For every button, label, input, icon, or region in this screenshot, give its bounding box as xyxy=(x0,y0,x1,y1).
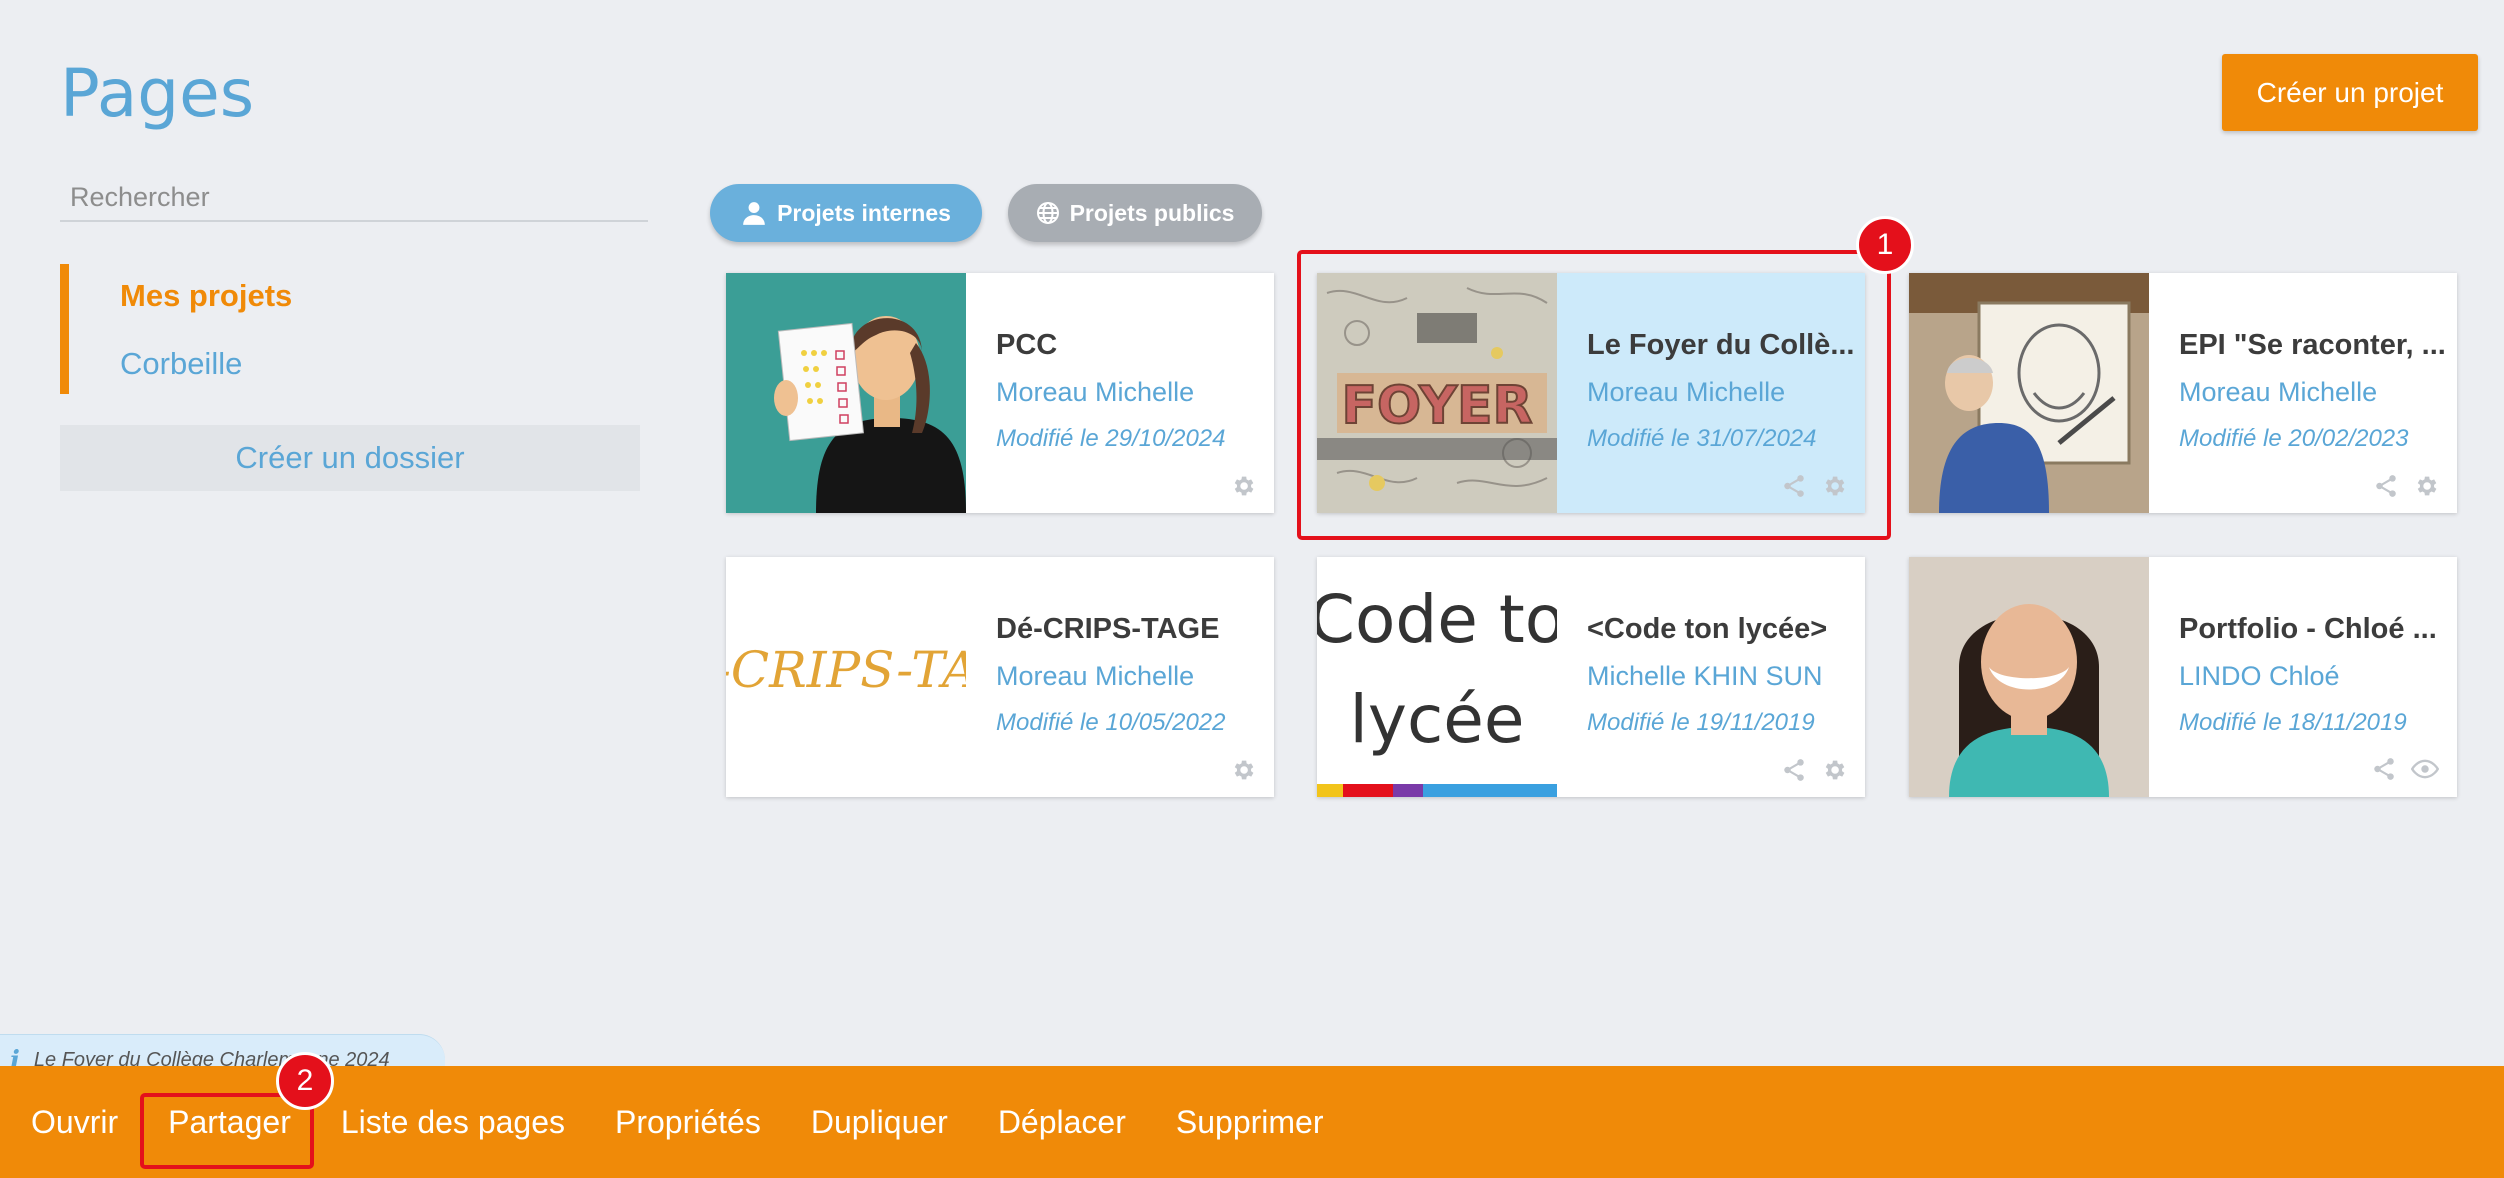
create-project-button[interactable]: Créer un projet xyxy=(2222,54,2478,131)
project-thumbnail: -CRIPS-TA xyxy=(726,557,966,797)
card-date: Modifié le 20/02/2023 xyxy=(2179,425,2409,452)
project-thumbnail xyxy=(726,273,966,513)
action-toolbar: Ouvrir Partager Liste des pages Propriét… xyxy=(0,1066,2504,1178)
card-date: Modifié le 29/10/2024 xyxy=(996,425,1226,452)
thumb-text-line2: lycée xyxy=(1350,681,1525,758)
project-card[interactable]: PCC Moreau Michelle Modifié le 29/10/202… xyxy=(726,273,1274,513)
card-date: Modifié le 18/11/2019 xyxy=(2179,709,2407,736)
share-icon[interactable] xyxy=(1781,757,1807,783)
gear-icon[interactable] xyxy=(1821,473,1847,499)
project-thumbnail: Code to lycée xyxy=(1317,557,1557,797)
delete-button[interactable]: Supprimer xyxy=(1151,1104,1349,1141)
gear-icon[interactable] xyxy=(1821,757,1847,783)
project-thumbnail xyxy=(1909,557,2149,797)
project-thumbnail xyxy=(1909,273,2149,513)
card-author: Moreau Michelle xyxy=(996,661,1195,691)
annotation-marker: 1 xyxy=(1856,216,1914,274)
gear-icon[interactable] xyxy=(2413,473,2439,499)
thumb-text-line1: Code to xyxy=(1317,581,1557,658)
project-card[interactable]: EPI "Se raconter, ... Moreau Michelle Mo… xyxy=(1909,273,2457,513)
user-icon xyxy=(743,202,765,225)
project-card[interactable]: -CRIPS-TA Dé-CRIPS-TAGE Moreau Michelle … xyxy=(726,557,1274,797)
globe-icon xyxy=(1036,202,1059,224)
duplicate-button[interactable]: Dupliquer xyxy=(786,1104,973,1141)
share-icon[interactable] xyxy=(2371,756,2397,782)
share-icon[interactable] xyxy=(2373,473,2399,499)
card-author: Moreau Michelle xyxy=(1587,377,1786,407)
card-author: LINDO Chloé xyxy=(2179,661,2340,691)
card-title: EPI "Se raconter, ... xyxy=(2179,329,2446,361)
card-title: Dé-CRIPS-TAGE xyxy=(996,613,1220,645)
card-title: PCC xyxy=(996,329,1058,361)
card-author: Moreau Michelle xyxy=(2179,377,2378,407)
annotation-marker: 2 xyxy=(276,1052,334,1110)
filter-internal-label: Projets internes xyxy=(777,199,951,226)
page-title: Pages xyxy=(60,55,255,132)
card-author: Michelle KHIN SUN xyxy=(1587,661,1823,691)
page-list-button[interactable]: Liste des pages xyxy=(316,1104,590,1141)
card-title: Portfolio - Chloé ... xyxy=(2179,613,2437,645)
eye-icon[interactable] xyxy=(2411,755,2439,783)
project-card-selected[interactable]: FOYER Le Foyer du Collè... Moreau Michel… xyxy=(1317,273,1865,513)
search-input[interactable] xyxy=(60,174,648,222)
sidebar-item-mes-projets[interactable]: Mes projets xyxy=(120,278,292,314)
gear-icon[interactable] xyxy=(1230,473,1256,499)
card-title: Le Foyer du Collè... xyxy=(1587,329,1855,361)
thumb-text: -CRIPS-TA xyxy=(726,641,966,699)
card-date: Modifié le 10/05/2022 xyxy=(996,709,1226,736)
filter-public-projects[interactable]: Projets publics xyxy=(1008,184,1262,242)
share-button[interactable]: Partager xyxy=(143,1104,316,1141)
card-date: Modifié le 19/11/2019 xyxy=(1587,709,1815,736)
project-card[interactable]: Portfolio - Chloé ... LINDO Chloé Modifi… xyxy=(1909,557,2457,797)
move-button[interactable]: Déplacer xyxy=(973,1104,1151,1141)
filter-public-label: Projets publics xyxy=(1069,199,1235,226)
sidebar-nav: Mes projets Corbeille xyxy=(60,264,649,394)
gear-icon[interactable] xyxy=(1230,757,1256,783)
properties-button[interactable]: Propriétés xyxy=(590,1104,786,1141)
card-date: Modifié le 31/07/2024 xyxy=(1587,425,1817,452)
card-author: Moreau Michelle xyxy=(996,377,1195,407)
filter-internal-projects[interactable]: Projets internes xyxy=(710,184,982,242)
create-folder-button[interactable]: Créer un dossier xyxy=(60,425,640,491)
share-icon[interactable] xyxy=(1781,473,1807,499)
project-thumbnail: FOYER xyxy=(1317,273,1557,513)
project-card[interactable]: Code to lycée <Code ton lycée> Michelle … xyxy=(1317,557,1865,797)
sidebar-item-corbeille[interactable]: Corbeille xyxy=(120,346,242,382)
open-button[interactable]: Ouvrir xyxy=(6,1104,143,1141)
card-title: <Code ton lycée> xyxy=(1587,613,1828,645)
